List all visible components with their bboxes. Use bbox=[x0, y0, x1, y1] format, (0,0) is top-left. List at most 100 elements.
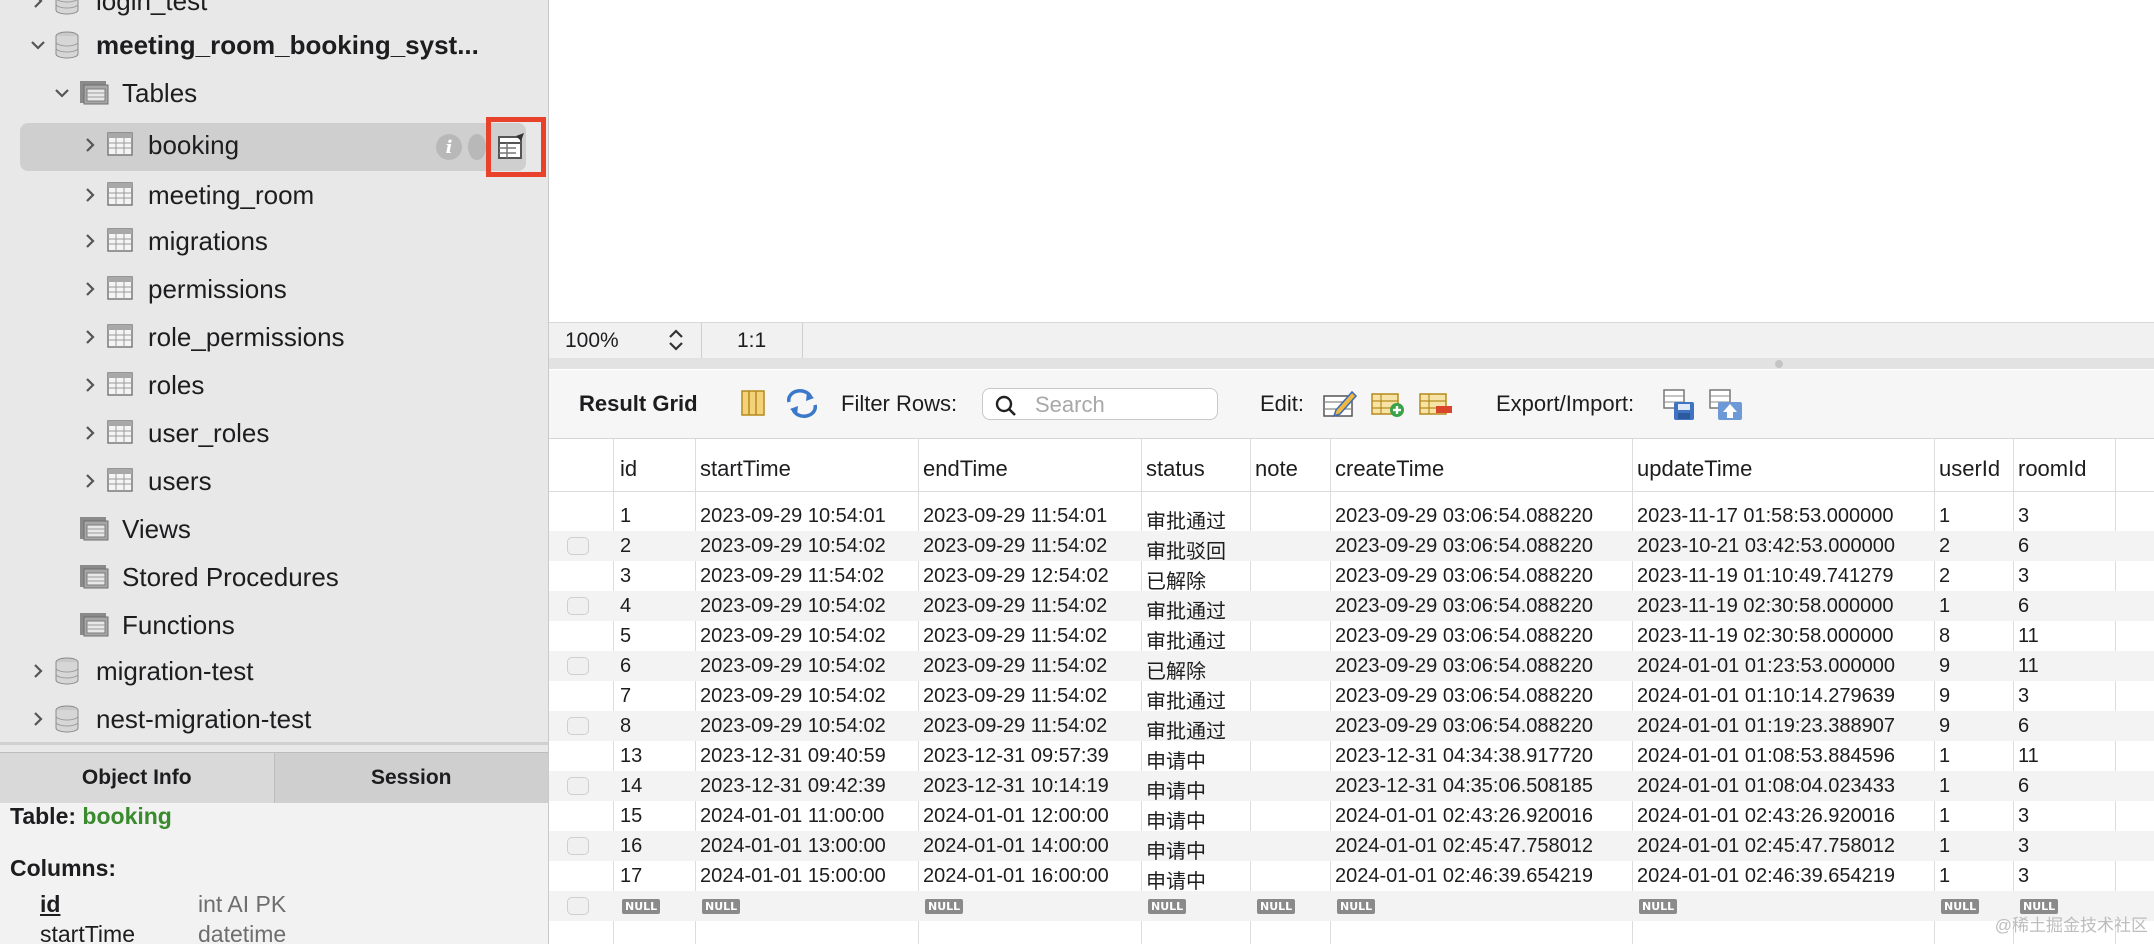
table-cell[interactable]: 2 bbox=[1939, 565, 1950, 588]
splitter-handle[interactable] bbox=[1775, 360, 1783, 368]
table-cell[interactable]: 3 bbox=[2018, 565, 2029, 588]
chevron-right-icon[interactable] bbox=[78, 469, 102, 493]
table-cell[interactable]: 2 bbox=[1939, 535, 1950, 558]
column-header-userid[interactable]: userId bbox=[1939, 456, 2000, 482]
table-cell[interactable]: 6 bbox=[2018, 715, 2029, 738]
row-selector[interactable] bbox=[567, 777, 589, 795]
wrench-icon[interactable] bbox=[468, 134, 486, 160]
table-cell[interactable]: 2023-09-29 11:54:01 bbox=[923, 505, 1107, 528]
row-selector[interactable] bbox=[567, 837, 589, 855]
table-cell[interactable]: 3 bbox=[620, 565, 631, 588]
table-cell[interactable]: 2023-12-31 09:42:39 bbox=[700, 775, 886, 798]
column-header-status[interactable]: status bbox=[1146, 456, 1205, 482]
table-cell[interactable]: 6 bbox=[620, 655, 631, 678]
table-cell[interactable]: 2023-09-29 03:06:54.088220 bbox=[1335, 505, 1593, 528]
edit-row-icon[interactable] bbox=[1322, 388, 1358, 420]
row-selector[interactable] bbox=[567, 537, 589, 555]
table-cell[interactable]: 2024-01-01 15:00:00 bbox=[700, 865, 886, 888]
table-cell[interactable]: 17 bbox=[620, 865, 642, 888]
table-row[interactable]: 13 2023-12-31 09:40:59 2023-12-31 09:57:39… bbox=[549, 741, 2154, 773]
table-cell[interactable]: 2024-01-01 02:43:26.920016 bbox=[1637, 805, 1895, 828]
table-cell[interactable]: 2024-01-01 12:00:00 bbox=[923, 805, 1109, 828]
table-cell[interactable]: 2024-01-01 01:23:53.000000 bbox=[1637, 655, 1895, 678]
table-cell[interactable]: 2023-09-29 10:54:02 bbox=[700, 535, 886, 558]
table-cell[interactable]: 2023-09-29 11:54:02 bbox=[923, 595, 1107, 618]
table-cell[interactable]: 审批驳回 bbox=[1146, 535, 1226, 564]
sidebar-item-meeting-room[interactable]: meeting_room bbox=[0, 172, 548, 218]
sidebar-item-permissions[interactable]: permissions bbox=[0, 266, 548, 312]
table-cell[interactable]: 审批通过 bbox=[1146, 595, 1226, 624]
sidebar-item-migration-test[interactable]: migration-test bbox=[0, 648, 548, 694]
table-cell[interactable]: 2023-09-29 11:54:02 bbox=[923, 535, 1107, 558]
sidebar-item-tables[interactable]: Tables bbox=[0, 70, 548, 116]
table-row[interactable]: 14 2023-12-31 09:42:39 2023-12-31 10:14:19… bbox=[549, 771, 2154, 803]
table-cell[interactable]: 3 bbox=[2018, 835, 2029, 858]
table-cell[interactable]: 2024-01-01 01:10:14.279639 bbox=[1637, 685, 1895, 708]
table-cell[interactable]: 2023-09-29 03:06:54.088220 bbox=[1335, 685, 1593, 708]
chevron-right-icon[interactable] bbox=[78, 373, 102, 397]
table-cell[interactable]: 2023-09-29 03:06:54.088220 bbox=[1335, 535, 1593, 558]
table-cell[interactable]: 9 bbox=[1939, 685, 1950, 708]
table-cell[interactable]: 申请中 bbox=[1146, 865, 1206, 894]
table-cell[interactable]: 8 bbox=[620, 715, 631, 738]
table-cell[interactable]: 1 bbox=[620, 505, 631, 528]
zoom-level[interactable]: 100% bbox=[565, 329, 619, 353]
table-cell[interactable]: 2023-09-29 12:54:02 bbox=[923, 565, 1109, 588]
sidebar-item-migrations[interactable]: migrations bbox=[0, 218, 548, 264]
sql-editor-area[interactable] bbox=[549, 0, 2154, 322]
table-cell[interactable]: 2023-09-29 11:54:02 bbox=[923, 685, 1107, 708]
tab-object-info[interactable]: Object Info bbox=[0, 753, 275, 803]
table-cell[interactable]: 2023-09-29 10:54:01 bbox=[700, 505, 886, 528]
sidebar-item-users[interactable]: users bbox=[0, 458, 548, 504]
column-header-roomid[interactable]: roomId bbox=[2018, 456, 2086, 482]
table-row[interactable]: 16 2024-01-01 13:00:00 2024-01-01 14:00:00… bbox=[549, 831, 2154, 863]
table-cell[interactable]: 2023-09-29 03:06:54.088220 bbox=[1335, 565, 1593, 588]
chevron-right-icon[interactable] bbox=[26, 659, 50, 683]
table-cell[interactable]: 2023-12-31 10:14:19 bbox=[923, 775, 1109, 798]
export-icon[interactable] bbox=[1662, 388, 1698, 422]
sidebar-item-roles[interactable]: roles bbox=[0, 362, 548, 408]
table-cell[interactable]: 5 bbox=[620, 625, 631, 648]
table-cell[interactable]: 2024-01-01 16:00:00 bbox=[923, 865, 1109, 888]
sidebar-item-login-test[interactable]: login_test bbox=[0, 0, 548, 24]
table-cell[interactable]: 2023-09-29 03:06:54.088220 bbox=[1335, 625, 1593, 648]
table-cell[interactable]: 审批通过 bbox=[1146, 505, 1226, 534]
table-cell[interactable]: 3 bbox=[2018, 505, 2029, 528]
table-cell[interactable]: 3 bbox=[2018, 865, 2029, 888]
new-row-placeholder[interactable]: NULL NULL NULL NULL NULL NULL NULL NULL NULL bbox=[549, 891, 2154, 921]
chevron-right-icon[interactable] bbox=[78, 325, 102, 349]
tab-session[interactable]: Session bbox=[274, 753, 548, 803]
table-cell[interactable]: 6 bbox=[2018, 595, 2029, 618]
column-header-note[interactable]: note bbox=[1255, 456, 1298, 482]
column-header-updatetime[interactable]: updateTime bbox=[1637, 456, 1752, 482]
sidebar-item-meeting-room-booking-syst[interactable]: meeting_room_booking_syst... bbox=[0, 22, 548, 68]
table-cell[interactable]: 11 bbox=[2018, 625, 2039, 648]
filter-search-box[interactable] bbox=[982, 388, 1218, 420]
table-row[interactable]: 4 2023-09-29 10:54:02 2023-09-29 11:54:02 审… bbox=[549, 591, 2154, 624]
table-cell[interactable]: 2024-01-01 11:00:00 bbox=[700, 805, 884, 828]
sidebar-item-user-roles[interactable]: user_roles bbox=[0, 410, 548, 456]
table-cell[interactable]: 2024-01-01 13:00:00 bbox=[700, 835, 886, 858]
table-cell[interactable]: 3 bbox=[2018, 805, 2029, 828]
table-cell[interactable]: 2023-09-29 10:54:02 bbox=[700, 595, 886, 618]
table-cell[interactable]: 1 bbox=[1939, 505, 1950, 528]
sidebar-splitter[interactable] bbox=[0, 742, 548, 745]
table-cell[interactable]: 15 bbox=[620, 805, 642, 828]
table-cell[interactable]: 2023-09-29 03:06:54.088220 bbox=[1335, 715, 1593, 738]
table-row[interactable]: 2 2023-09-29 10:54:02 2023-09-29 11:54:02 审… bbox=[549, 531, 2154, 564]
table-row[interactable]: 15 2024-01-01 11:00:00 2024-01-01 12:00:00… bbox=[549, 801, 2154, 833]
column-header-starttime[interactable]: startTime bbox=[700, 456, 791, 482]
table-cell[interactable]: 11 bbox=[2018, 655, 2039, 678]
chevron-right-icon[interactable] bbox=[78, 183, 102, 207]
table-cell[interactable]: 2023-10-21 03:42:53.000000 bbox=[1637, 535, 1895, 558]
chevron-right-icon[interactable] bbox=[78, 229, 102, 253]
table-cell[interactable]: 3 bbox=[2018, 685, 2029, 708]
chevron-right-icon[interactable] bbox=[26, 707, 50, 731]
table-row[interactable]: 7 2023-09-29 10:54:02 2023-09-29 11:54:02 审… bbox=[549, 681, 2154, 713]
table-cell[interactable]: 2023-11-19 01:10:49.741279 bbox=[1637, 565, 1894, 588]
sidebar-item-role-permissions[interactable]: role_permissions bbox=[0, 314, 548, 360]
panel-splitter[interactable] bbox=[549, 358, 2154, 369]
table-cell[interactable]: 1 bbox=[1939, 745, 1950, 768]
table-cell[interactable]: 2023-12-31 09:57:39 bbox=[923, 745, 1109, 768]
table-cell[interactable]: 2023-11-19 02:30:58.000000 bbox=[1637, 595, 1894, 618]
